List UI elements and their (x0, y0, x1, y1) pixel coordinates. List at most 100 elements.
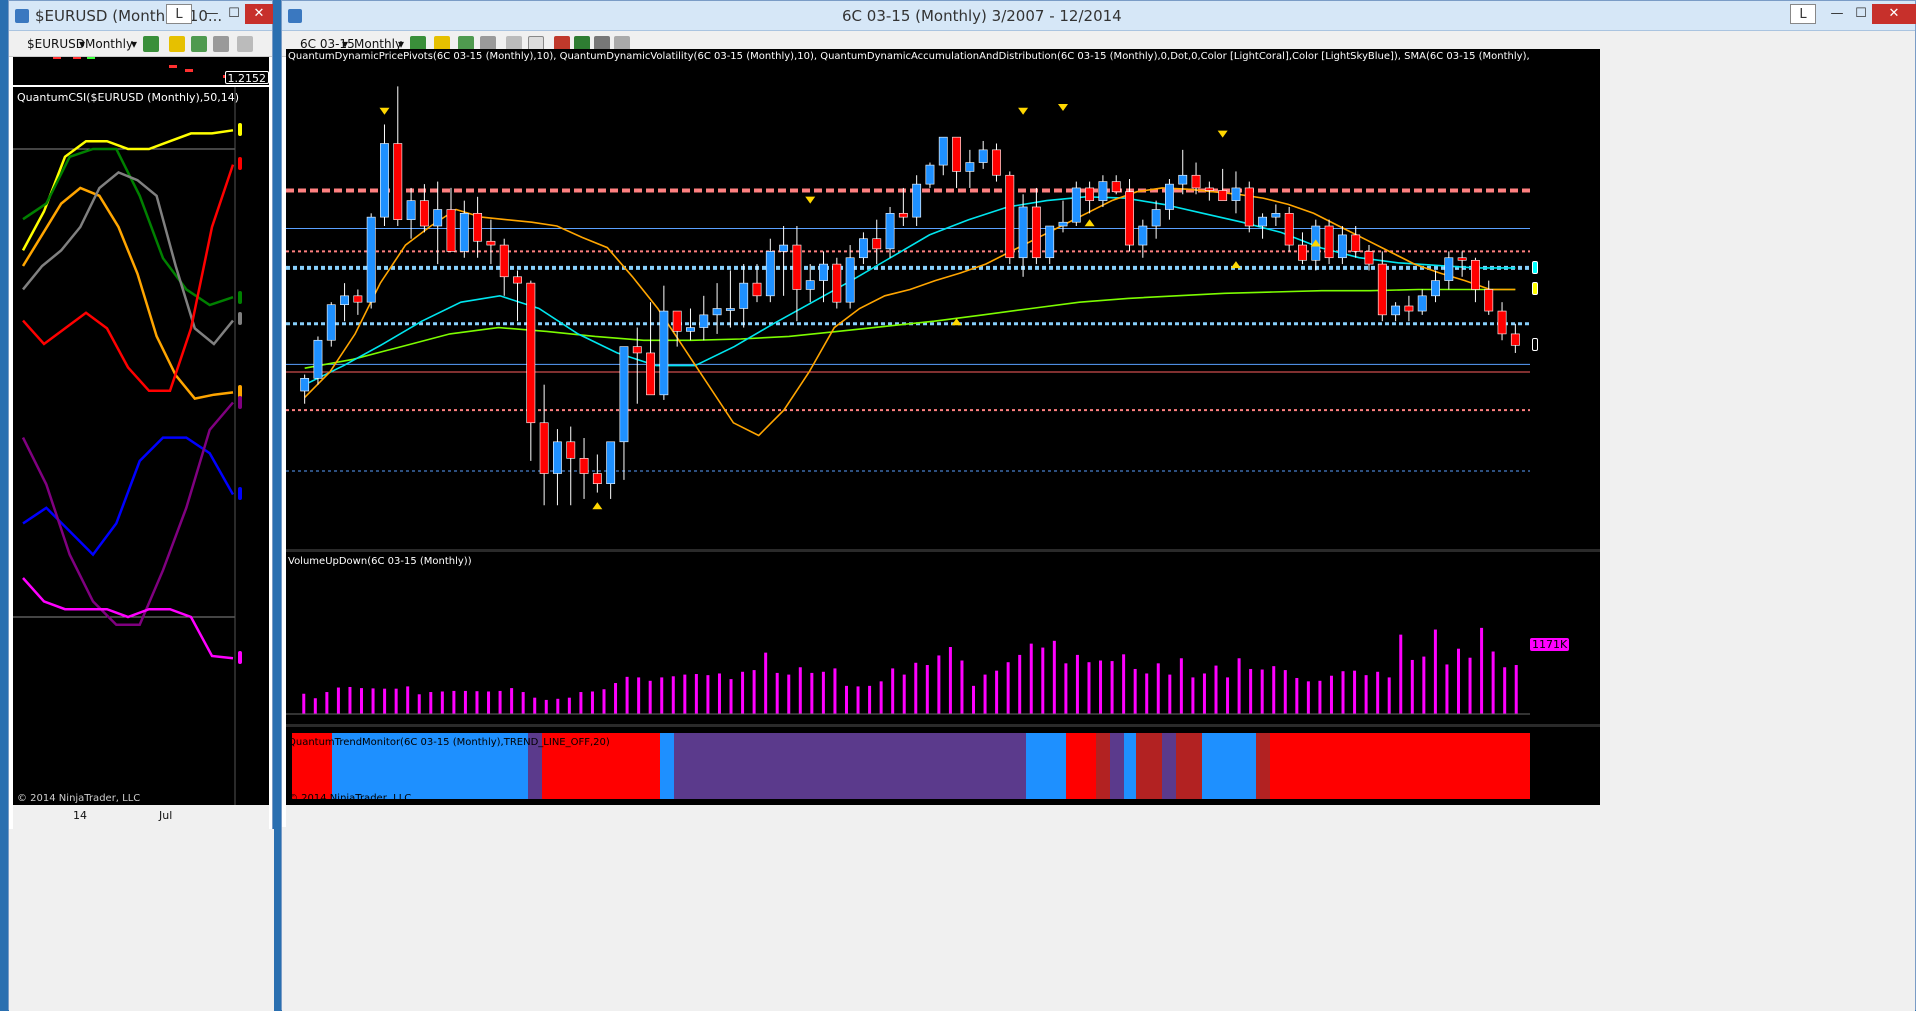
main-x-axis (286, 805, 1600, 827)
minimize-button[interactable]: — (1824, 4, 1850, 24)
instrument-selector[interactable]: $EURUSD (27, 35, 85, 53)
hand-icon[interactable] (191, 36, 207, 52)
pencil-icon[interactable] (169, 36, 185, 52)
volume-bar (1052, 640, 1056, 714)
candle-body (1377, 263, 1387, 316)
volume-bar (1433, 629, 1437, 714)
candle-body (765, 251, 775, 297)
volume-bar (544, 699, 548, 714)
volume-bar (902, 674, 906, 714)
volume-bar (752, 670, 756, 714)
main-window-titlebar[interactable]: 6C 03-15 (Monthly) 3/2007 - 12/2014 L — … (282, 1, 1916, 31)
volume-bar (487, 691, 491, 714)
main-window-title: 6C 03-15 (Monthly) 3/2007 - 12/2014 (842, 7, 1122, 25)
volume-bar (648, 680, 652, 714)
volume-bar (1110, 661, 1114, 714)
csi-value-tag (238, 311, 242, 325)
trend-panel: QuantumTrendMonitor(6C 03-15 (Monthly),T… (286, 727, 1530, 805)
volume-bar (1133, 668, 1137, 714)
volume-bar (1018, 654, 1022, 714)
candle-body (1298, 244, 1307, 261)
volume-bar (417, 694, 421, 714)
candle-body (632, 346, 642, 354)
candle-body (712, 308, 722, 316)
link-button[interactable]: L (1790, 4, 1816, 24)
volume-bar (1387, 677, 1391, 714)
candle-body (513, 276, 522, 284)
csi-value-tag (238, 156, 242, 170)
volatility-marker (805, 196, 816, 204)
candle-body (1457, 257, 1467, 261)
volume-bar (972, 685, 976, 714)
candle-body (1178, 174, 1188, 185)
trend-segment (1176, 733, 1202, 799)
candle-body (592, 473, 602, 484)
trend-segment (1110, 733, 1124, 799)
volume-bar (1503, 667, 1507, 714)
volume-bar (1029, 643, 1033, 714)
period-selector[interactable]: Monthly (85, 35, 133, 53)
close-button[interactable]: ✕ (1872, 4, 1916, 24)
close-button[interactable]: ✕ (245, 4, 273, 24)
candle-body (859, 238, 868, 259)
left-chart-window: $EURUSD (Monthly) 10... L — ☐ ✕ $EURUSD … (8, 0, 274, 1011)
volatility-marker (1058, 103, 1068, 111)
candle-body (1364, 251, 1374, 265)
csi-series-line (21, 401, 234, 627)
candle-body (739, 282, 749, 309)
candle-body (686, 327, 695, 332)
volume-bar (1145, 673, 1149, 714)
volume-bar (1295, 677, 1299, 714)
csi-series-line (22, 164, 235, 393)
cursor-icon[interactable] (237, 36, 253, 52)
maximize-button[interactable]: ☐ (221, 4, 247, 24)
volume-bar (590, 691, 594, 714)
volume-bar (1376, 671, 1380, 714)
candle-body (1497, 310, 1507, 335)
volume-bar (463, 690, 467, 714)
candle-body (553, 441, 562, 474)
candle-body (1204, 187, 1214, 191)
trend-segment (1066, 733, 1096, 799)
volume-bar (844, 685, 848, 714)
candle-body (1417, 295, 1427, 312)
candle-body (1258, 216, 1267, 227)
volume-bar (336, 687, 340, 714)
candle-body (579, 458, 589, 474)
volume-bar (1353, 670, 1357, 714)
candle-body (1324, 225, 1334, 259)
left-window-titlebar[interactable]: $EURUSD (Monthly) 10... L — ☐ ✕ (9, 1, 273, 31)
candle-body (380, 143, 389, 218)
volume-bar (810, 672, 814, 714)
volume-bar (717, 673, 721, 714)
volume-bar (856, 686, 860, 714)
main-copyright: © 2014 NinjaTrader, LLC (288, 793, 412, 804)
volume-bar (1283, 670, 1287, 714)
maximize-button[interactable]: ☐ (1848, 4, 1874, 24)
candle-body (326, 304, 336, 341)
bar-type-icon[interactable] (143, 36, 159, 52)
candle-body (1111, 181, 1121, 193)
main-window-footer (282, 827, 1915, 1011)
candle-body (1431, 280, 1440, 297)
left-window-footer (9, 829, 274, 1011)
candle-body (313, 339, 323, 379)
link-button[interactable]: L (166, 4, 192, 24)
volume-bar (1041, 647, 1045, 714)
volume-bar (1491, 651, 1495, 714)
price-chart (286, 86, 1530, 510)
app-icon (15, 9, 29, 23)
volume-bar (821, 671, 825, 714)
volume-bar (1075, 654, 1079, 714)
volume-bar (325, 692, 329, 714)
period-dropdown-icon[interactable]: ▾ (131, 35, 137, 53)
pin-icon[interactable] (213, 36, 229, 52)
volume-bar (960, 660, 964, 714)
volume-axis-panel: 1171K (1530, 552, 1600, 724)
candle-body (1510, 333, 1520, 346)
volume-bar (1260, 669, 1264, 714)
volume-bar (1456, 648, 1460, 714)
csi-series-line (22, 577, 234, 660)
trend-segment (1162, 733, 1176, 799)
volume-bar (394, 688, 398, 714)
